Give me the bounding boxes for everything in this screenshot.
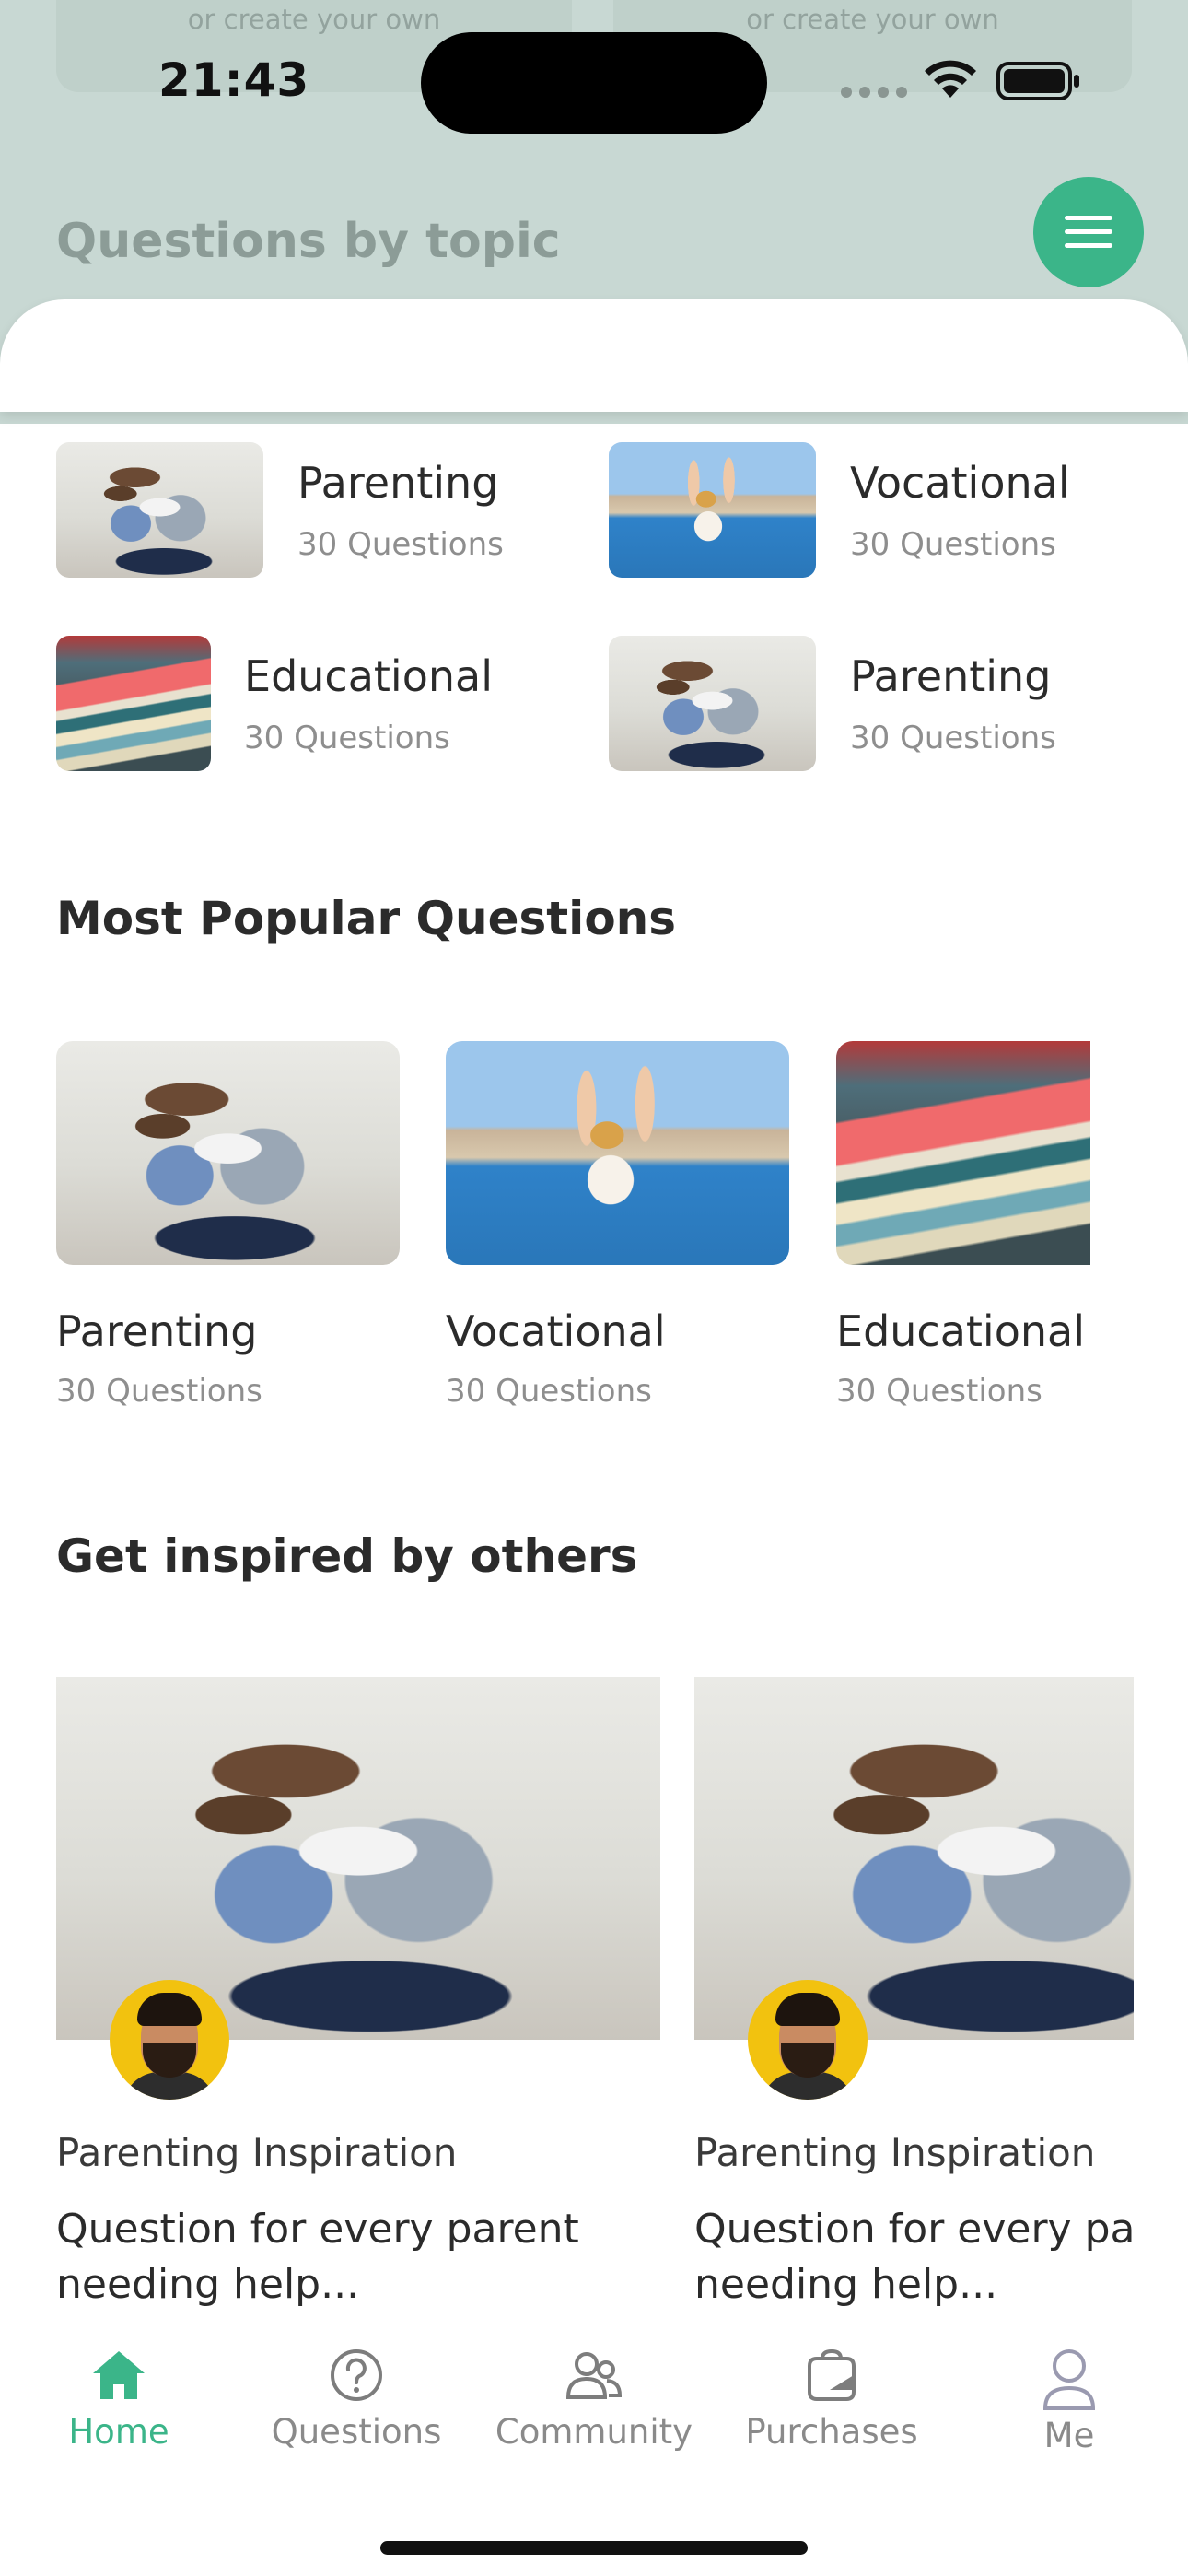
get-inspired-heading: Get inspired by others	[56, 1529, 638, 1583]
topic-count: 30 Questions	[297, 526, 504, 563]
nav-label: Questions	[271, 2412, 442, 2452]
nav-purchases[interactable]: Purchases	[721, 2348, 942, 2452]
topic-title: Vocational	[850, 458, 1070, 508]
popular-image	[446, 1041, 789, 1265]
question-circle-icon	[331, 2349, 382, 2401]
topic-count: 30 Questions	[244, 720, 450, 756]
wifi-icon	[925, 60, 976, 98]
inspiration-card[interactable]: Parenting Inspiration Question for every…	[694, 1677, 1134, 2322]
nav-community[interactable]: Community	[483, 2348, 705, 2452]
menu-button[interactable]	[1033, 177, 1144, 287]
popular-count: 30 Questions	[56, 1373, 262, 1410]
dynamic-island	[421, 32, 767, 134]
hamburger-menu-icon	[1065, 216, 1112, 248]
purchases-icon	[808, 2348, 856, 2401]
nav-home[interactable]: Home	[8, 2348, 229, 2452]
cellular-signal-icon	[841, 87, 907, 98]
home-icon	[93, 2351, 145, 2399]
topic-count: 30 Questions	[850, 720, 1056, 756]
most-popular-heading: Most Popular Questions	[56, 892, 677, 945]
topic-title: Parenting	[297, 458, 499, 508]
create-own-text: or create your own	[746, 4, 999, 35]
topic-image	[56, 442, 263, 578]
topic-count: 30 Questions	[850, 526, 1056, 563]
topic-image	[56, 636, 211, 771]
community-icon	[565, 2352, 623, 2399]
nav-questions[interactable]: Questions	[246, 2348, 467, 2452]
topic-image	[609, 636, 816, 771]
nav-label: Home	[68, 2412, 169, 2452]
user-icon	[1042, 2349, 1096, 2410]
create-own-text: or create your own	[187, 4, 441, 35]
nav-label: Purchases	[745, 2412, 918, 2452]
nav-label: Community	[495, 2412, 693, 2452]
questions-by-topic-title: Questions by topic	[56, 214, 561, 269]
avatar[interactable]	[748, 1980, 868, 2100]
inspiration-image	[694, 1677, 1134, 2040]
topic-image	[609, 442, 816, 578]
popular-count: 30 Questions	[836, 1373, 1042, 1410]
inspiration-category: Parenting Inspiration	[694, 2130, 1096, 2175]
topic-title: Educational	[244, 651, 493, 701]
nav-label: Me	[1043, 2416, 1095, 2455]
popular-title: Vocational	[446, 1306, 666, 1356]
avatar[interactable]	[110, 1980, 229, 2100]
home-indicator	[380, 2541, 808, 2555]
battery-icon	[996, 62, 1079, 100]
inspiration-text: Question for every parent needing help..…	[56, 2206, 579, 2308]
inspiration-carousel[interactable]: Parenting Inspiration Question for every…	[56, 1677, 1134, 2322]
popular-image	[56, 1041, 400, 1265]
popular-count: 30 Questions	[446, 1373, 652, 1410]
content-sheet-top	[0, 299, 1188, 412]
popular-image	[836, 1041, 1090, 1265]
inspiration-category: Parenting Inspiration	[56, 2130, 458, 2175]
status-time: 21:43	[158, 53, 310, 107]
nav-me[interactable]: Me	[959, 2348, 1180, 2455]
bottom-navigation: Home Questions Community Purchases Me	[0, 2322, 1188, 2576]
inspiration-card[interactable]: Parenting Inspiration Question for every…	[56, 1677, 660, 2322]
popular-title: Educational	[836, 1306, 1085, 1356]
inspiration-text: Question for every parent needing help..…	[694, 2206, 1134, 2308]
popular-title: Parenting	[56, 1306, 258, 1356]
topic-title: Parenting	[850, 651, 1052, 701]
